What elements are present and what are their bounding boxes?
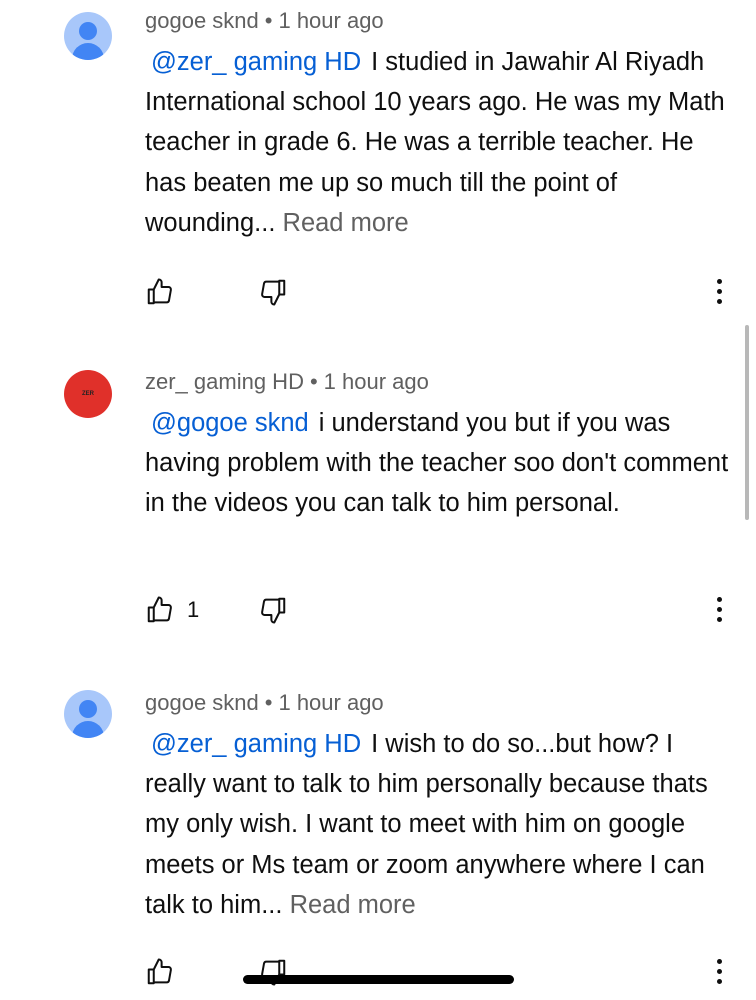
- timestamp: 1 hour ago: [323, 369, 429, 394]
- comment-actions: [145, 957, 745, 989]
- comment-actions: 1: [145, 595, 745, 627]
- comment-meta: gogoe sknd • 1 hour ago: [145, 690, 384, 716]
- avatar-head-shape: [79, 700, 97, 718]
- avatar[interactable]: ZER: [64, 370, 112, 418]
- avatar-initials: ZER: [82, 391, 94, 397]
- separator-dot: •: [309, 369, 318, 394]
- thumbs-up-icon[interactable]: [145, 595, 175, 625]
- mention-link[interactable]: @zer_ gaming HD: [151, 730, 361, 758]
- avatar-body-shape: [72, 43, 104, 60]
- avatar-head-shape: [79, 22, 97, 40]
- comment-text: @zer_ gaming HD I wish to do so...but how…: [145, 724, 735, 925]
- comment-meta: gogoe sknd • 1 hour ago: [145, 8, 384, 34]
- more-vertical-icon[interactable]: [717, 959, 723, 985]
- home-indicator[interactable]: [243, 975, 514, 984]
- comment-body: I studied in Jawahir Al Riyadh Internati…: [145, 48, 725, 237]
- thumbs-down-icon[interactable]: [258, 595, 288, 625]
- like-count: 1: [187, 597, 200, 622]
- comment-text: @gogoe sknd i understand you but if you w…: [145, 403, 735, 524]
- author-name[interactable]: zer_ gaming HD: [145, 369, 304, 394]
- comment-meta: zer_ gaming HD • 1 hour ago: [145, 369, 429, 395]
- thumbs-up-icon[interactable]: [145, 957, 175, 987]
- read-more-link[interactable]: Read more: [290, 891, 416, 919]
- read-more-link[interactable]: Read more: [283, 209, 409, 237]
- avatar-body-shape: [72, 721, 104, 738]
- author-name[interactable]: gogoe sknd: [145, 8, 259, 33]
- separator-dot: •: [264, 8, 273, 33]
- more-vertical-icon[interactable]: [717, 279, 723, 305]
- comment-body: I wish to do so...but how? I really want…: [145, 730, 708, 919]
- avatar[interactable]: [64, 690, 112, 738]
- mention-link[interactable]: @gogoe sknd: [151, 409, 309, 437]
- mention-link[interactable]: @zer_ gaming HD: [151, 48, 361, 76]
- timestamp: 1 hour ago: [278, 690, 384, 715]
- more-vertical-icon[interactable]: [717, 597, 723, 623]
- thumbs-up-icon[interactable]: [145, 277, 175, 307]
- separator-dot: •: [264, 690, 273, 715]
- timestamp: 1 hour ago: [278, 8, 384, 33]
- author-name[interactable]: gogoe sknd: [145, 690, 259, 715]
- thumbs-down-icon[interactable]: [258, 277, 288, 307]
- scrollbar[interactable]: [745, 325, 749, 520]
- comment-text: @zer_ gaming HD I studied in Jawahir Al R…: [145, 42, 735, 243]
- avatar[interactable]: [64, 12, 112, 60]
- comment-actions: [145, 277, 745, 309]
